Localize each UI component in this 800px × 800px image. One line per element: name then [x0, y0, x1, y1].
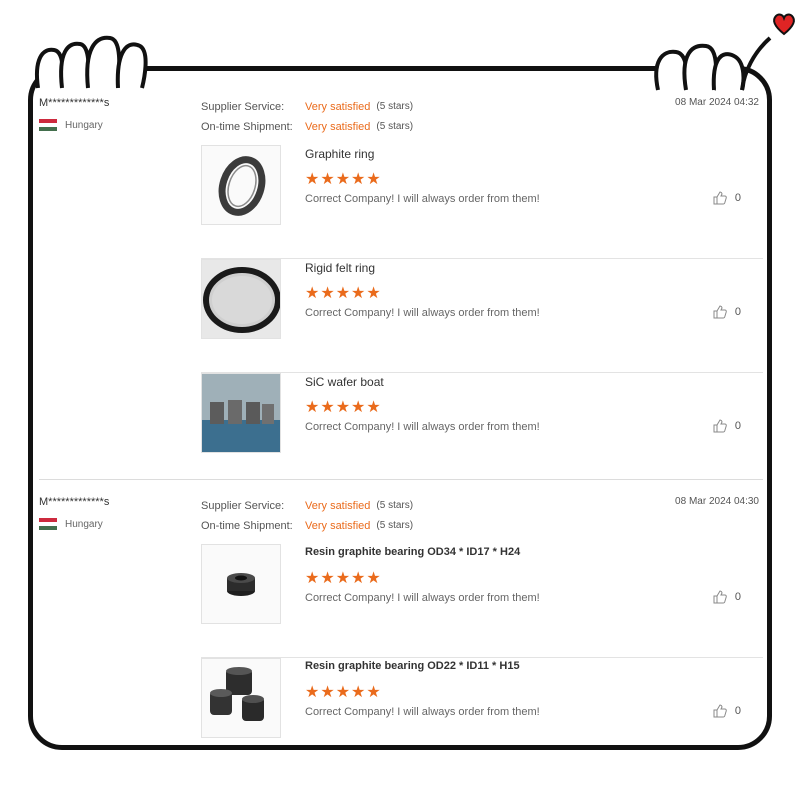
review-comment: Correct Company! I will always order fro…	[305, 592, 540, 604]
right-hand-decoration	[654, 36, 772, 91]
product-item: Graphite ring ★★★★★ Correct Company! I w…	[201, 145, 763, 259]
shipment-value: Very satisfied	[305, 520, 371, 532]
product-image[interactable]	[201, 145, 281, 225]
star-rating: ★★★★★	[305, 684, 382, 701]
like-button[interactable]: 0	[713, 590, 741, 604]
like-button[interactable]: 0	[713, 305, 741, 319]
like-button[interactable]: 0	[713, 704, 741, 718]
shipment-stars: (5 stars)	[376, 520, 414, 531]
review-comment: Correct Company! I will always order fro…	[305, 421, 540, 433]
supplier-service-stars: (5 stars)	[376, 500, 414, 511]
product-image[interactable]	[201, 658, 281, 738]
review-comment: Correct Company! I will always order fro…	[305, 307, 540, 319]
product-item: SiC wafer boat ★★★★★ Correct Company! I …	[201, 373, 763, 487]
product-name[interactable]: Resin graphite bearing OD22 * ID11 * H15	[305, 660, 520, 672]
supplier-service-value: Very satisfied	[305, 101, 371, 113]
review-date: 08 Mar 2024 04:30	[675, 496, 759, 507]
product-image[interactable]	[201, 544, 281, 624]
reviewer-country: Hungary	[39, 518, 103, 530]
shipment-label: On-time Shipment:	[201, 121, 293, 133]
reviewer-country: Hungary	[39, 119, 103, 131]
product-item: Resin graphite bearing OD22 * ID11 * H15…	[201, 658, 763, 745]
like-count: 0	[734, 192, 741, 204]
reviewer-name: M*************s	[39, 97, 110, 109]
thumbs-up-icon	[713, 590, 727, 604]
supplier-service-stars: (5 stars)	[376, 101, 414, 112]
thumbs-up-icon	[713, 419, 727, 433]
product-name[interactable]: Rigid felt ring	[305, 261, 375, 275]
left-hand-decoration	[35, 35, 148, 89]
star-rating: ★★★★★	[305, 399, 382, 416]
review-metrics: Supplier Service: Very satisfied (5 star…	[201, 496, 413, 536]
review-comment: Correct Company! I will always order fro…	[305, 193, 540, 205]
country-name: Hungary	[65, 119, 103, 131]
thumbs-up-icon	[713, 704, 727, 718]
like-count: 0	[734, 306, 741, 318]
reviews-list: M*************s Hungary Supplier Service…	[33, 71, 767, 745]
reviewer-name: M*************s	[39, 496, 110, 508]
shipment-value: Very satisfied	[305, 121, 371, 133]
shipment-stars: (5 stars)	[376, 121, 414, 132]
review-panel: M*************s Hungary Supplier Service…	[28, 66, 772, 750]
thumbs-up-icon	[713, 305, 727, 319]
review-divider	[39, 479, 763, 480]
supplier-service-value: Very satisfied	[305, 500, 371, 512]
like-button[interactable]: 0	[713, 419, 741, 433]
product-name[interactable]: Graphite ring	[305, 147, 374, 161]
heart-icon	[773, 13, 795, 36]
like-count: 0	[734, 705, 741, 717]
review-metrics: Supplier Service: Very satisfied (5 star…	[201, 97, 413, 137]
shipment-label: On-time Shipment:	[201, 520, 293, 532]
review-date: 08 Mar 2024 04:32	[675, 97, 759, 108]
star-rating: ★★★★★	[305, 285, 382, 302]
product-item: Rigid felt ring ★★★★★ Correct Company! I…	[201, 259, 763, 373]
like-button[interactable]: 0	[713, 191, 741, 205]
product-name[interactable]: SiC wafer boat	[305, 375, 384, 389]
star-rating: ★★★★★	[305, 570, 382, 587]
hungary-flag-icon	[39, 119, 57, 131]
product-image[interactable]	[201, 373, 281, 453]
supplier-service-label: Supplier Service:	[201, 500, 285, 512]
thumbs-up-icon	[713, 191, 727, 205]
product-item: Resin graphite bearing OD34 * ID17 * H24…	[201, 544, 763, 658]
like-count: 0	[734, 420, 741, 432]
hungary-flag-icon	[39, 518, 57, 530]
review-comment: Correct Company! I will always order fro…	[305, 706, 540, 718]
like-count: 0	[734, 591, 741, 603]
star-rating: ★★★★★	[305, 171, 382, 188]
supplier-service-label: Supplier Service:	[201, 101, 285, 113]
country-name: Hungary	[65, 518, 103, 530]
product-name[interactable]: Resin graphite bearing OD34 * ID17 * H24	[305, 546, 520, 558]
product-image[interactable]	[201, 259, 281, 339]
